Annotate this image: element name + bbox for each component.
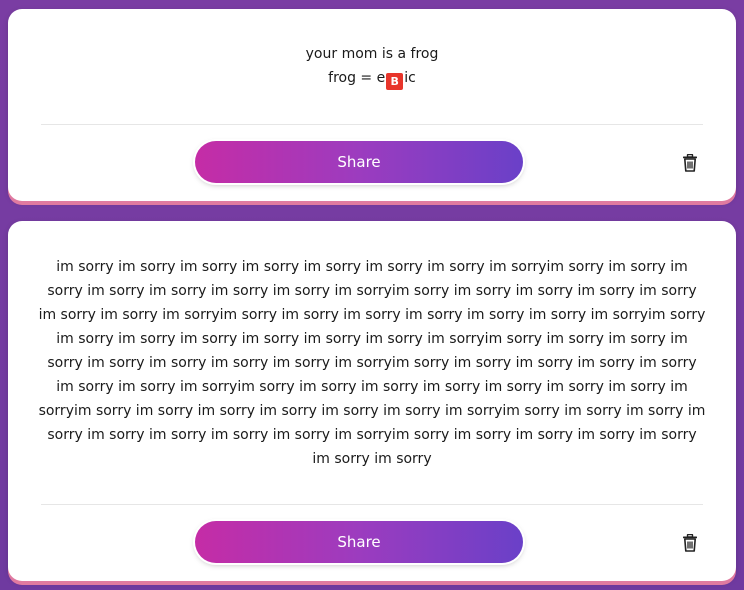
divider [41, 124, 703, 125]
trash-icon[interactable] [682, 533, 698, 552]
share-button[interactable]: Share [195, 521, 523, 563]
post-message-line: frog = e Bic [38, 66, 706, 90]
post-card: im sorry im sorry im sorry im sorry im s… [8, 221, 736, 581]
post-message: im sorry im sorry im sorry im sorry im s… [38, 259, 706, 467]
post-message-text: ic [404, 70, 416, 86]
post-message: your mom is a frog frog = e Bic [38, 42, 706, 90]
share-button[interactable]: Share [195, 141, 523, 183]
divider [41, 504, 703, 505]
post-message-line: your mom is a frog [305, 46, 439, 62]
b-button-icon: B [386, 73, 404, 90]
post-message-text: frog = e [328, 70, 386, 86]
trash-icon[interactable] [682, 153, 698, 172]
post-card: your mom is a frog frog = e Bic Share [8, 9, 736, 201]
